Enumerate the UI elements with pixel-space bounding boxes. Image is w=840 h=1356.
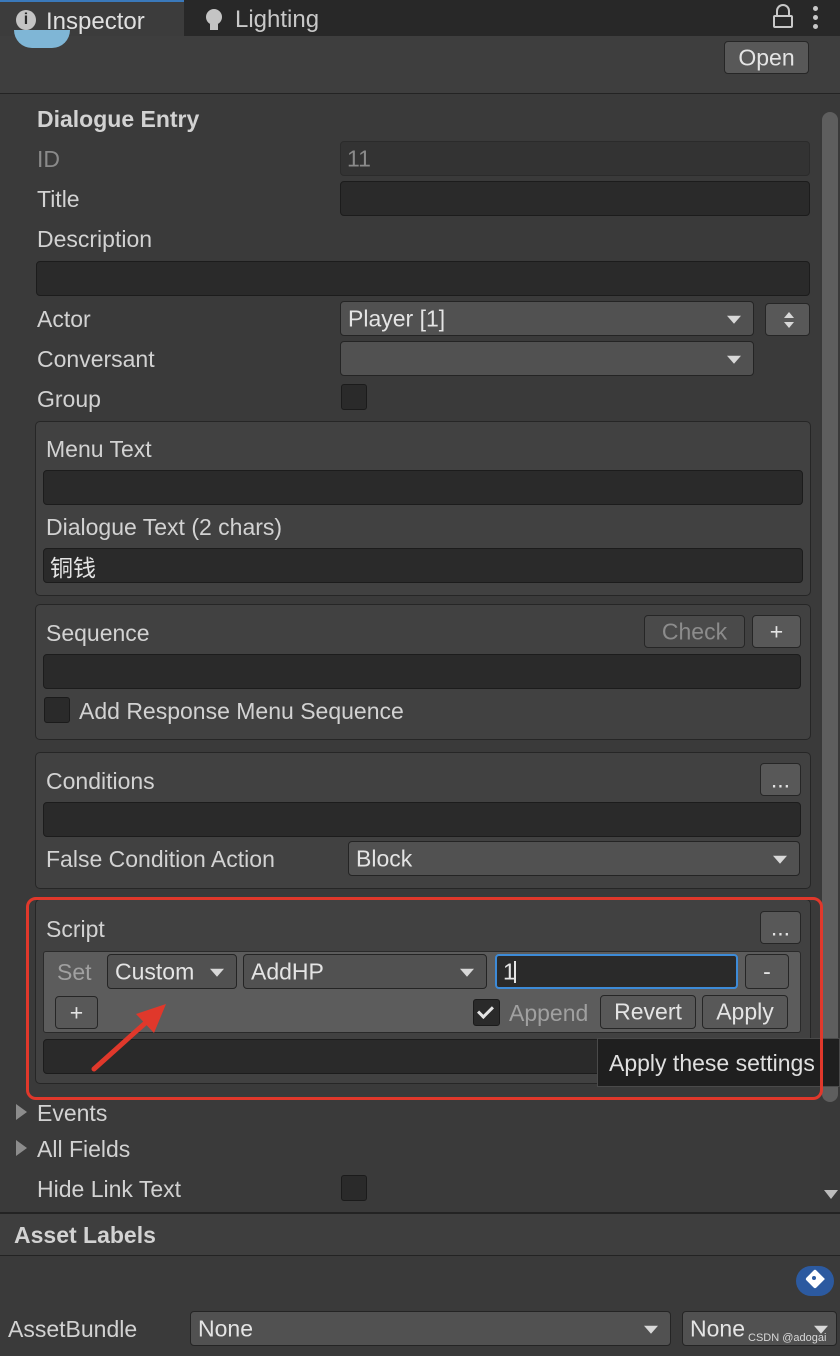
all-fields-foldout[interactable]: All Fields (37, 1138, 130, 1161)
actor-dropdown[interactable]: Player [1] (340, 301, 754, 336)
asset-bundle-label: AssetBundle (8, 1316, 138, 1342)
lightbulb-icon (206, 9, 222, 25)
conditions-label: Conditions (46, 768, 155, 794)
sequence-label: Sequence (46, 620, 150, 646)
id-label: ID (37, 146, 60, 172)
title-label: Title (37, 186, 80, 212)
watermark: CSDN @adogai (748, 1332, 827, 1344)
swap-actor-button[interactable] (765, 303, 810, 336)
conditions-field[interactable] (43, 802, 801, 837)
asset-bundle-value: None (198, 1315, 253, 1341)
tab-lighting-label: Lighting (235, 6, 320, 33)
info-icon: i (16, 10, 36, 30)
description-field[interactable] (36, 261, 810, 296)
id-value: 11 (347, 145, 371, 171)
conversant-label: Conversant (37, 346, 155, 372)
add-response-menu-sequence-checkbox[interactable] (44, 697, 70, 723)
check-button-label: Check (661, 618, 728, 644)
menu-text-field[interactable] (43, 470, 803, 505)
open-button-label: Open (738, 44, 795, 70)
asset-bundle-dropdown[interactable]: None (190, 1311, 671, 1346)
actor-label: Actor (37, 306, 91, 332)
group-checkbox[interactable] (341, 384, 367, 410)
id-field: 11 (340, 141, 810, 176)
actor-value: Player [1] (348, 305, 446, 331)
all-fields-foldout-arrow-icon[interactable] (16, 1140, 27, 1156)
tag-icon[interactable] (796, 1266, 834, 1296)
chevron-down-icon (727, 315, 741, 324)
swap-arrows-icon (784, 312, 794, 318)
false-condition-action-value: Block (356, 845, 413, 871)
description-label: Description (37, 226, 153, 252)
scroll-down-arrow-icon[interactable] (824, 1190, 838, 1199)
sequence-add-label: + (769, 618, 784, 644)
false-condition-action-label: False Condition Action (46, 846, 275, 872)
dialogue-text-field[interactable]: 铜钱 (43, 548, 803, 583)
hide-link-text-label: Hide Link Text (37, 1176, 182, 1202)
conditions-more-button[interactable]: ... (760, 763, 801, 796)
asset-variant-value: None (690, 1315, 745, 1341)
hide-link-text-checkbox[interactable] (341, 1175, 367, 1201)
asset-labels-title: Asset Labels (14, 1222, 156, 1248)
chevron-down-icon (773, 855, 787, 864)
section-title: Dialogue Entry (37, 106, 200, 132)
scrollbar-thumb[interactable] (822, 112, 838, 1102)
menu-text-label: Menu Text (46, 436, 152, 462)
title-field[interactable] (340, 181, 810, 216)
lock-icon[interactable] (773, 4, 793, 28)
conditions-more-label: ... (770, 766, 791, 792)
false-condition-action-dropdown[interactable]: Block (348, 841, 800, 876)
events-foldout-arrow-icon[interactable] (16, 1104, 27, 1120)
group-label: Group (37, 386, 101, 412)
events-foldout[interactable]: Events (37, 1102, 107, 1125)
tab-lighting[interactable]: Lighting (186, 0, 346, 36)
dialogue-text-label: Dialogue Text (2 chars) (46, 514, 283, 540)
chevron-down-icon (727, 355, 741, 364)
check-button[interactable]: Check (644, 615, 745, 648)
sequence-add-button[interactable]: + (752, 615, 801, 648)
kebab-menu-icon[interactable] (812, 6, 820, 30)
sequence-field[interactable] (43, 654, 801, 689)
conversant-dropdown[interactable] (340, 341, 754, 376)
open-button[interactable]: Open (724, 41, 809, 74)
chevron-down-icon (644, 1325, 658, 1334)
dialogue-text-value: 铜钱 (50, 555, 96, 582)
asset-header (0, 36, 840, 94)
annotation-arrow (91, 1004, 166, 1072)
add-response-menu-sequence-label: Add Response Menu Sequence (79, 698, 404, 724)
